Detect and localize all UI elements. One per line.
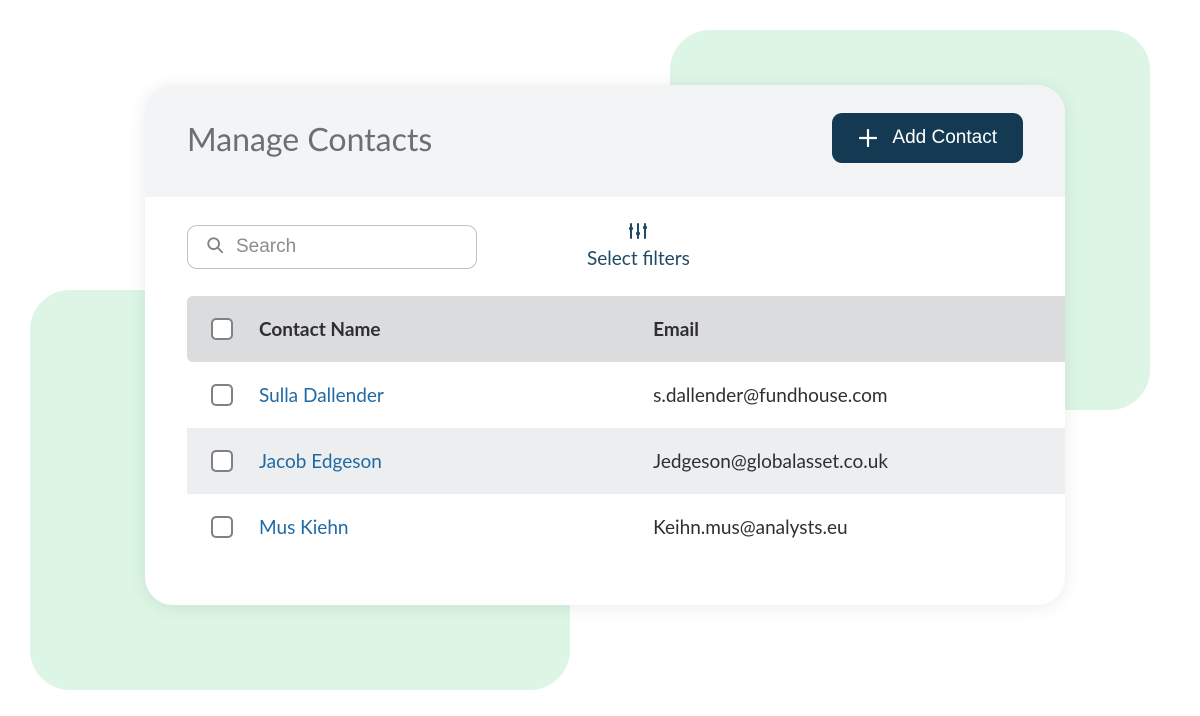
add-contact-button[interactable]: Add Contact [832,113,1023,163]
table-row: Mus Kiehn Keihn.mus@analysts.eu [187,494,1065,560]
contacts-card: Manage Contacts Add Contact [145,85,1065,605]
select-all-checkbox[interactable] [211,318,233,340]
column-header-name: Contact Name [257,318,651,341]
column-header-email: Email [651,318,1065,341]
search-input[interactable] [236,236,458,258]
sliders-icon [628,223,648,243]
plus-icon [858,128,878,148]
add-contact-label: Add Contact [892,127,997,149]
table-row: Jacob Edgeson Jedgeson@globalasset.co.uk [187,428,1065,494]
select-filters-label: Select filters [587,247,690,270]
contact-name-link[interactable]: Mus Kiehn [259,516,349,539]
select-filters-button[interactable]: Select filters [587,223,690,270]
toolbar: Select filters [145,197,1065,296]
contact-name-link[interactable]: Jacob Edgeson [259,450,382,473]
search-field-wrap[interactable] [187,225,477,269]
contact-email: Jedgeson@globalasset.co.uk [651,450,1065,473]
row-checkbox[interactable] [211,450,233,472]
contact-name-link[interactable]: Sulla Dallender [259,384,384,407]
table-header-row: Contact Name Email [187,296,1065,362]
contacts-table: Contact Name Email Sulla Dallender s.dal… [145,296,1065,605]
card-header: Manage Contacts Add Contact [145,85,1065,197]
contact-email: s.dallender@fundhouse.com [651,384,1065,407]
page-title: Manage Contacts [187,119,432,158]
row-checkbox[interactable] [211,516,233,538]
row-checkbox[interactable] [211,384,233,406]
contact-email: Keihn.mus@analysts.eu [651,516,1065,539]
search-icon [206,236,224,258]
table-row: Sulla Dallender s.dallender@fundhouse.co… [187,362,1065,428]
